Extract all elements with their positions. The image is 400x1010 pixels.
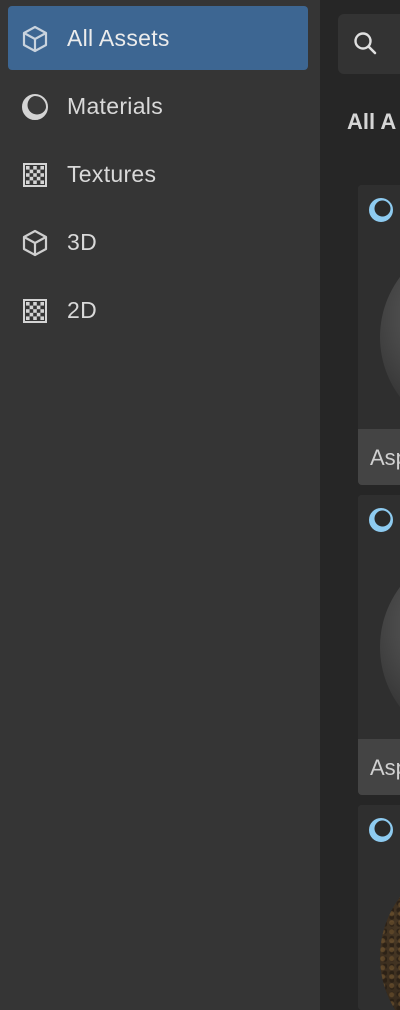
sidebar-item-label: All Assets bbox=[67, 25, 170, 51]
cube-icon bbox=[22, 229, 48, 257]
asset-card[interactable] bbox=[358, 805, 400, 1010]
sidebar: All Assets Materials Textures 3D 2D bbox=[0, 0, 320, 1010]
material-preview-sphere bbox=[380, 857, 400, 1010]
material-badge-icon bbox=[369, 508, 393, 532]
material-preview-sphere bbox=[380, 547, 400, 747]
asset-name: Asp bbox=[370, 445, 400, 470]
sidebar-item-all-assets[interactable]: All Assets bbox=[8, 6, 308, 70]
sphere-icon bbox=[22, 94, 48, 120]
asset-browser: All A Asp Asp bbox=[320, 0, 400, 1010]
asset-name: Asp bbox=[370, 755, 400, 780]
material-badge-icon bbox=[369, 198, 393, 222]
checker-icon bbox=[23, 163, 47, 187]
cube-icon bbox=[22, 25, 48, 53]
asset-card[interactable]: Asp bbox=[358, 495, 400, 795]
sidebar-item-label: 2D bbox=[67, 297, 98, 323]
material-badge-icon bbox=[369, 818, 393, 842]
material-preview-sphere bbox=[380, 237, 400, 437]
checker-icon bbox=[23, 299, 47, 323]
sidebar-item-2d[interactable]: 2D bbox=[8, 278, 308, 342]
sidebar-item-label: Materials bbox=[67, 93, 164, 119]
section-title: All A bbox=[347, 109, 397, 134]
sidebar-item-3d[interactable]: 3D bbox=[8, 210, 308, 274]
search-input[interactable] bbox=[338, 14, 400, 74]
sidebar-item-label: Textures bbox=[67, 161, 157, 187]
sidebar-item-label: 3D bbox=[67, 229, 98, 255]
asset-card[interactable]: Asp bbox=[358, 185, 400, 485]
sidebar-item-materials[interactable]: Materials bbox=[8, 74, 308, 138]
asset-card-footer: Asp bbox=[358, 429, 400, 485]
sidebar-item-textures[interactable]: Textures bbox=[8, 142, 308, 206]
search-icon bbox=[354, 32, 377, 55]
asset-card-footer: Asp bbox=[358, 739, 400, 795]
